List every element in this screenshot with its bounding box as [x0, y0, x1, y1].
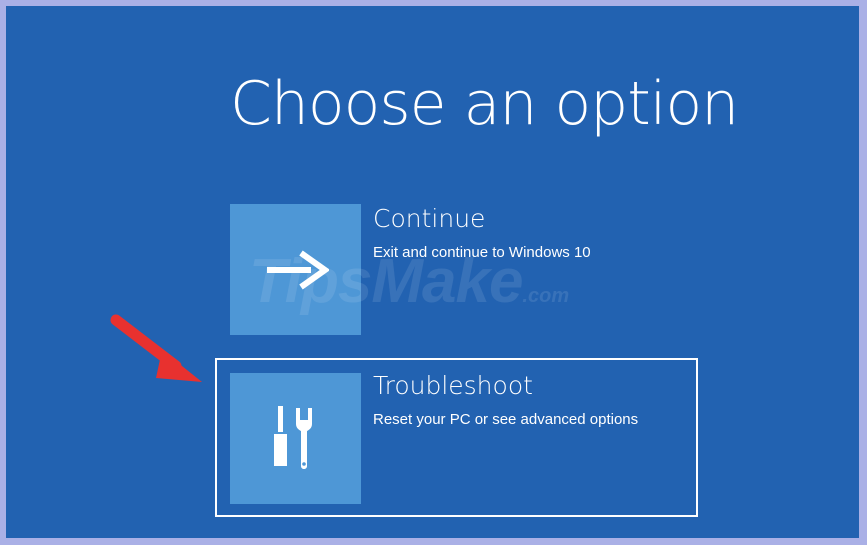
arrow-right-icon — [266, 250, 329, 289]
selection-outline — [215, 358, 698, 517]
page-title: Choose an option — [230, 69, 739, 139]
continue-description: Exit and continue to Windows 10 — [373, 244, 591, 261]
recovery-screen: Choose an option Continue Exit and conti… — [6, 6, 859, 538]
continue-tile[interactable] — [230, 204, 361, 335]
continue-title[interactable]: Continue — [373, 206, 485, 231]
